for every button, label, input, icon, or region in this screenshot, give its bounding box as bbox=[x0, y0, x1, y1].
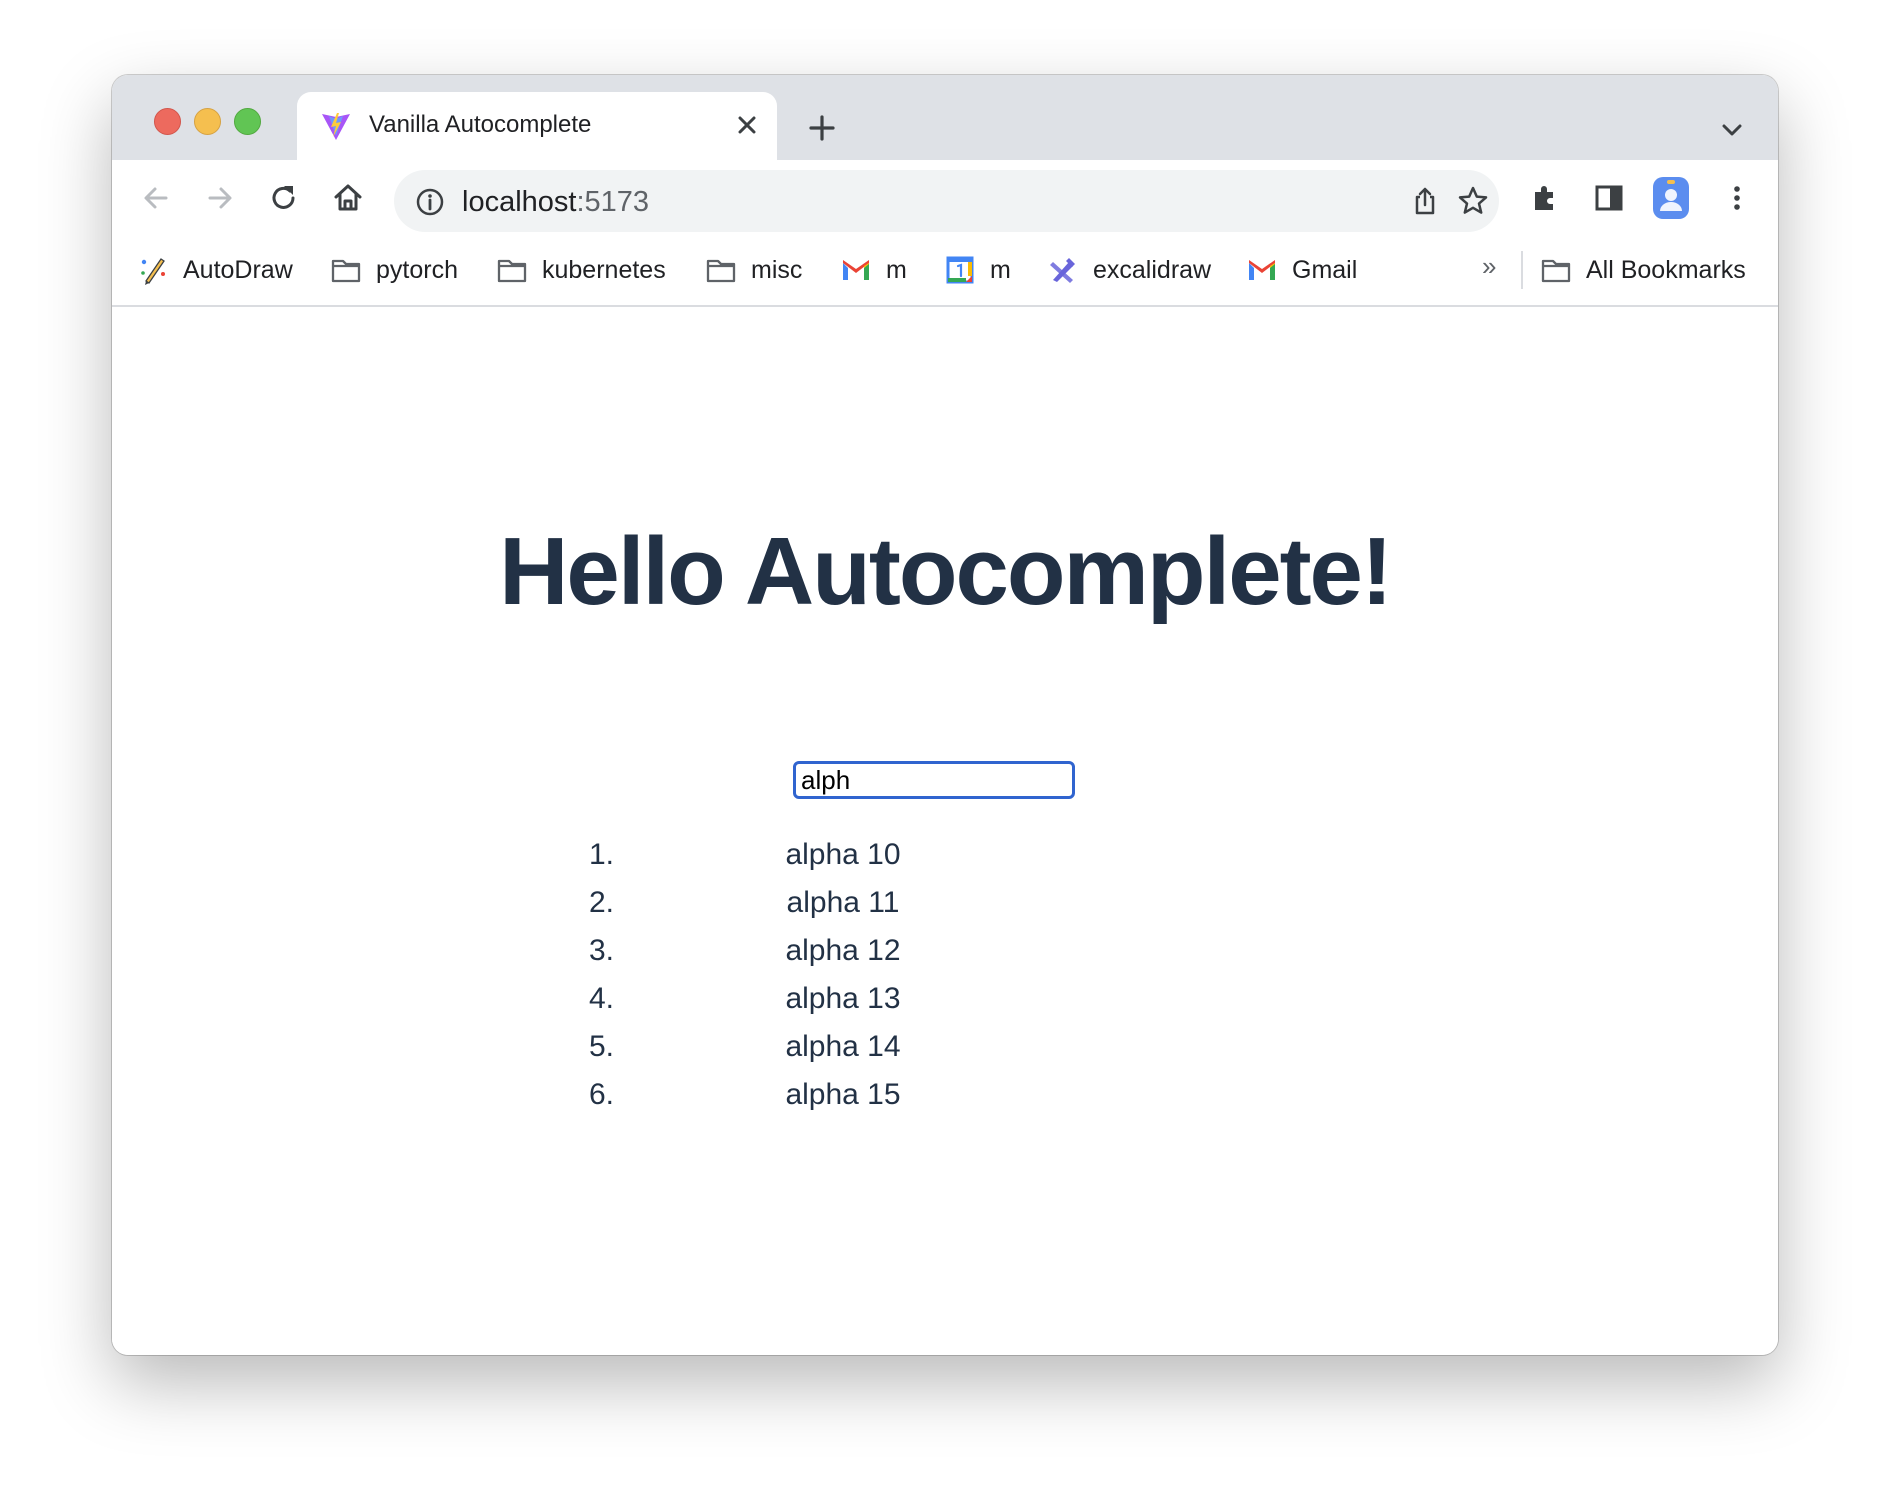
result-number: 6. bbox=[588, 1078, 614, 1111]
extensions-icon[interactable] bbox=[1525, 178, 1565, 218]
bookmark-label: kubernetes bbox=[542, 255, 666, 284]
result-number: 1. bbox=[588, 838, 614, 871]
share-icon[interactable] bbox=[1409, 185, 1441, 217]
url-port: :5173 bbox=[576, 186, 650, 218]
gmail-icon bbox=[1249, 260, 1275, 280]
result-text: alpha 13 bbox=[785, 982, 901, 1015]
result-number: 4. bbox=[588, 982, 614, 1015]
bookmark-label: pytorch bbox=[376, 255, 458, 284]
result-item[interactable]: 3. alpha 12 bbox=[552, 928, 1072, 976]
folder-icon bbox=[331, 259, 361, 283]
result-item[interactable]: 1. alpha 10 bbox=[552, 832, 1072, 880]
page-content: Hello Autocomplete! 1. alpha 10 2. alpha… bbox=[112, 307, 1778, 1355]
folder-icon bbox=[1541, 259, 1571, 283]
profile-icon bbox=[1660, 180, 1682, 211]
window-maximize-button[interactable] bbox=[234, 108, 261, 135]
bookmark-calendar-m[interactable]: m bbox=[944, 251, 1011, 289]
page-title: Hello Autocomplete! bbox=[499, 518, 1393, 625]
bookmark-kubernetes[interactable]: kubernetes bbox=[496, 251, 666, 289]
autocomplete-input[interactable] bbox=[793, 761, 1075, 799]
tab-strip: Vanilla Autocomplete bbox=[112, 75, 1778, 160]
bookmarks-bar: AutoDraw pytorch kubernetes misc m m exc… bbox=[112, 235, 1778, 307]
new-tab-icon[interactable] bbox=[802, 108, 842, 148]
bookmark-label: m bbox=[886, 255, 907, 284]
side-panel-icon[interactable] bbox=[1589, 178, 1629, 218]
tab-title: Vanilla Autocomplete bbox=[369, 111, 592, 138]
url-text: localhost:5173 bbox=[462, 186, 649, 219]
result-number: 2. bbox=[588, 886, 614, 919]
bookmark-autodraw[interactable]: AutoDraw bbox=[137, 251, 293, 289]
result-text: alpha 10 bbox=[785, 838, 901, 871]
tab-vanilla-autocomplete[interactable]: Vanilla Autocomplete bbox=[297, 92, 777, 160]
result-text: alpha 11 bbox=[786, 886, 900, 919]
autocomplete-results: 1. alpha 10 2. alpha 11 3. alpha 12 4. a… bbox=[552, 832, 1072, 1120]
result-item[interactable]: 6. alpha 15 bbox=[552, 1072, 1072, 1120]
chevron-down-icon[interactable] bbox=[1717, 115, 1747, 145]
result-text: alpha 15 bbox=[785, 1078, 901, 1111]
gmail-icon bbox=[843, 260, 869, 280]
result-text: alpha 12 bbox=[785, 934, 901, 967]
star-icon[interactable] bbox=[1456, 184, 1490, 218]
bookmark-misc[interactable]: misc bbox=[705, 251, 802, 289]
profile-avatar[interactable] bbox=[1653, 177, 1689, 219]
result-item[interactable]: 5. alpha 14 bbox=[552, 1024, 1072, 1072]
more-vert-icon[interactable] bbox=[1717, 178, 1757, 218]
browser-window: Vanilla Autocomplete localhost:5173 Auto… bbox=[112, 75, 1778, 1355]
window-close-button[interactable] bbox=[154, 108, 181, 135]
bookmark-label: misc bbox=[751, 255, 803, 284]
bookmarks-divider bbox=[1521, 251, 1523, 289]
folder-icon bbox=[497, 259, 527, 283]
bookmark-pytorch[interactable]: pytorch bbox=[330, 251, 458, 289]
more-bookmarks-button[interactable]: » bbox=[1482, 251, 1496, 282]
browser-toolbar: localhost:5173 bbox=[112, 160, 1778, 235]
bookmark-label: excalidraw bbox=[1093, 255, 1212, 284]
result-number: 3. bbox=[588, 934, 614, 967]
address-bar[interactable]: localhost:5173 bbox=[394, 170, 1499, 232]
excalidraw-icon bbox=[1050, 258, 1075, 283]
all-bookmarks-button[interactable]: All Bookmarks bbox=[1540, 251, 1746, 289]
vite-icon bbox=[322, 113, 350, 140]
window-minimize-button[interactable] bbox=[194, 108, 221, 135]
url-host: localhost bbox=[462, 186, 577, 218]
bookmark-label: AutoDraw bbox=[183, 255, 293, 284]
back-arrow-icon[interactable] bbox=[136, 178, 176, 218]
close-icon[interactable] bbox=[732, 110, 762, 140]
autodraw-icon bbox=[141, 258, 165, 285]
bookmark-label: Gmail bbox=[1292, 255, 1358, 284]
folder-icon bbox=[706, 259, 736, 283]
all-bookmarks-label: All Bookmarks bbox=[1586, 255, 1746, 284]
bookmark-gmail-m[interactable]: m bbox=[840, 251, 907, 289]
result-text: alpha 14 bbox=[785, 1030, 901, 1063]
bookmark-excalidraw[interactable]: excalidraw bbox=[1047, 251, 1211, 289]
bookmark-label: m bbox=[990, 255, 1011, 284]
calendar-icon bbox=[946, 256, 974, 284]
info-icon[interactable] bbox=[414, 186, 446, 218]
result-number: 5. bbox=[588, 1030, 614, 1063]
result-item[interactable]: 4. alpha 13 bbox=[552, 976, 1072, 1024]
home-icon[interactable] bbox=[328, 178, 368, 218]
bookmark-gmail[interactable]: Gmail bbox=[1246, 251, 1357, 289]
reload-icon[interactable] bbox=[264, 178, 304, 218]
forward-arrow-icon[interactable] bbox=[200, 178, 240, 218]
result-item[interactable]: 2. alpha 11 bbox=[552, 880, 1072, 928]
